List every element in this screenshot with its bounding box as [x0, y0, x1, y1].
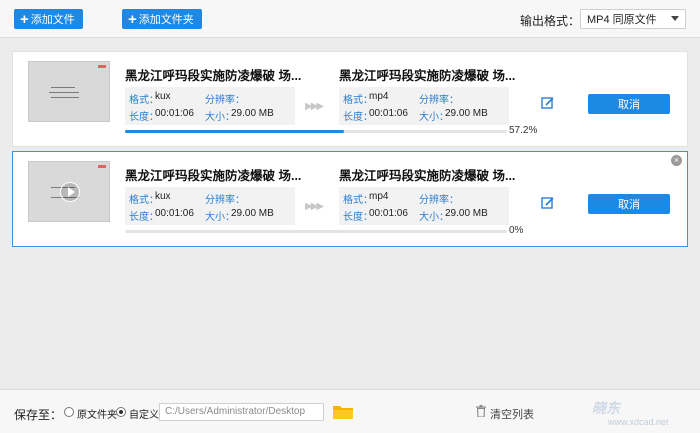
add-folder-label: 添加文件夹 [138, 14, 194, 26]
add-file-button[interactable]: + 添加文件 [14, 9, 83, 29]
list-item[interactable]: × 黑龙江呼玛段实施防凌爆破 场... 格式： kux 分辨率： 长度： 00:… [12, 151, 688, 247]
output-format-label: 输出格式： [520, 14, 581, 28]
thumb-line [49, 92, 79, 93]
output-path-input[interactable]: C:/Users/Administrator/Desktop [159, 403, 324, 421]
resolution-label: 分辨率： [205, 95, 245, 106]
folder-icon[interactable] [332, 403, 354, 420]
source-info: 格式： kux 分辨率： 长度： 00:01:06 大小： 29.00 MB [125, 187, 295, 225]
save-to-label: 保存至： [14, 408, 63, 422]
size-value: 29.00 MB [445, 108, 488, 119]
progress-fill [125, 130, 344, 133]
cancel-button[interactable]: 取消 [588, 194, 670, 214]
duration-value: 00:01:06 [155, 208, 194, 219]
file-list: 黑龙江呼玛段实施防凌爆破 场... 格式： kux 分辨率： 长度： 00:01… [0, 39, 700, 389]
watermark-url: www.xdcad.net [608, 417, 669, 427]
output-title: 黑龙江呼玛段实施防凌爆破 场... [339, 169, 516, 183]
chevron-down-icon [671, 16, 679, 21]
trash-icon[interactable] [476, 405, 486, 417]
edit-icon[interactable] [541, 196, 555, 210]
thumb-line [51, 97, 79, 98]
duration-value: 00:01:06 [155, 108, 194, 119]
cancel-button[interactable]: 取消 [588, 94, 670, 114]
source-info: 格式： kux 分辨率： 长度： 00:01:06 大小： 29.00 MB [125, 87, 295, 125]
progress-bar [125, 130, 507, 133]
format-value: kux [155, 91, 171, 102]
add-folder-button[interactable]: + 添加文件夹 [122, 9, 202, 29]
output-format-value: MP4 同原文件 [587, 14, 657, 26]
arrow-right-icon: ▶▶▶ [305, 101, 324, 112]
size-value: 29.00 MB [231, 208, 274, 219]
plus-icon: + [20, 10, 29, 28]
toolbar: + 添加文件 + 添加文件夹 输出格式： MP4 同原文件 [0, 0, 700, 38]
resolution-label: 分辨率： [419, 95, 459, 106]
thumb-logo-mark [98, 65, 106, 68]
progress-percent: 57.2% [509, 125, 538, 136]
duration-value: 00:01:06 [369, 208, 408, 219]
custom-radio[interactable] [116, 407, 126, 417]
video-thumbnail [28, 161, 110, 222]
source-title: 黑龙江呼玛段实施防凌爆破 场... [125, 69, 302, 83]
progress-bar [125, 230, 507, 233]
add-file-label: 添加文件 [30, 14, 75, 26]
plus-icon: + [128, 10, 137, 28]
thumb-logo-mark [98, 165, 106, 168]
progress-percent: 0% [509, 225, 524, 236]
output-title: 黑龙江呼玛段实施防凌爆破 场... [339, 69, 516, 83]
watermark-logo: 晓东 [592, 400, 620, 416]
clear-list-button[interactable]: 清空列表 [490, 406, 534, 422]
list-item[interactable]: 黑龙江呼玛段实施防凌爆破 场... 格式： kux 分辨率： 长度： 00:01… [12, 51, 688, 147]
resolution-label: 分辨率： [419, 195, 459, 206]
edit-icon[interactable] [541, 96, 555, 110]
format-value: mp4 [369, 191, 389, 202]
size-value: 29.00 MB [231, 108, 274, 119]
size-value: 29.00 MB [445, 208, 488, 219]
video-thumbnail [28, 61, 110, 122]
duration-value: 00:01:06 [369, 108, 408, 119]
output-info: 格式： mp4 分辨率： 长度： 00:01:06 大小： 29.00 MB [339, 187, 509, 225]
source-title: 黑龙江呼玛段实施防凌爆破 场... [125, 169, 302, 183]
custom-label: 自定义 [129, 410, 159, 421]
output-format-select[interactable]: MP4 同原文件 [580, 9, 686, 29]
format-value: mp4 [369, 91, 389, 102]
output-info: 格式： mp4 分辨率： 长度： 00:01:06 大小： 29.00 MB [339, 87, 509, 125]
arrow-right-icon: ▶▶▶ [305, 201, 324, 212]
thumb-line [51, 87, 75, 88]
original-folder-radio[interactable] [64, 407, 74, 417]
resolution-label: 分辨率： [205, 195, 245, 206]
format-value: kux [155, 191, 171, 202]
bottom-bar: 保存至： 原文件夹 自定义 C:/Users/Administrator/Des… [0, 389, 700, 433]
play-icon[interactable] [60, 182, 80, 202]
close-icon[interactable]: × [671, 155, 682, 166]
original-folder-label: 原文件夹 [77, 410, 117, 421]
